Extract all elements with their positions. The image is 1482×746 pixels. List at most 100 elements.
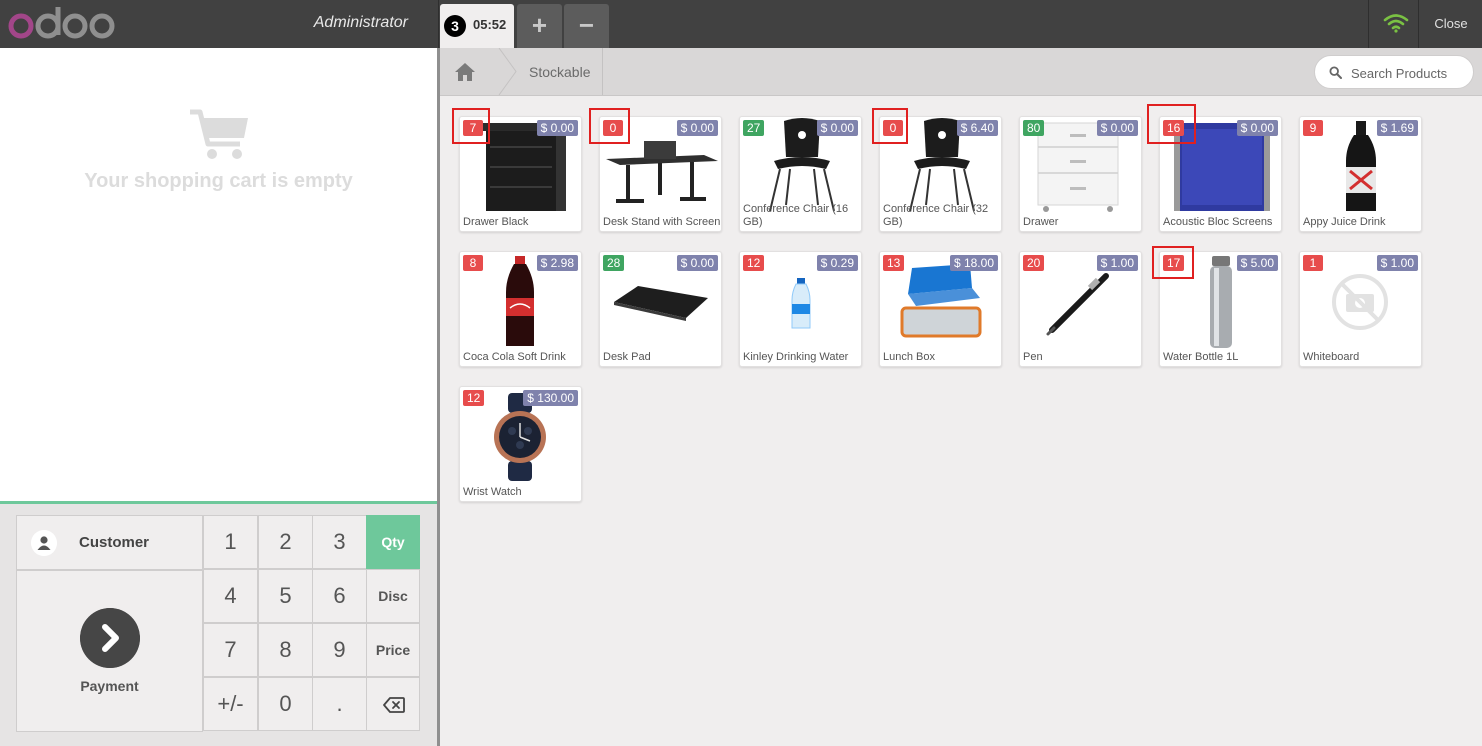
product-card[interactable]: 28 $ 0.00 Desk Pad: [599, 251, 722, 367]
header-divider: [1368, 0, 1369, 48]
price-tag: $ 0.29: [816, 255, 858, 271]
price-tag: $ 6.40: [956, 120, 998, 136]
wifi-icon[interactable]: [1383, 13, 1409, 33]
breadcrumb-category[interactable]: Stockable: [529, 64, 590, 80]
payment-button[interactable]: Payment: [16, 570, 203, 732]
qty-badge: 0: [603, 120, 623, 136]
search-box[interactable]: [1314, 55, 1474, 89]
product-name: Pen: [1023, 351, 1043, 363]
product-card[interactable]: 0 $ 6.40 Conference Chair (32 GB): [879, 116, 1002, 232]
product-list: 7 $ 0.00 Drawer Black 0 $ 0.00 Desk Stan…: [440, 97, 1482, 746]
product-card[interactable]: 80 $ 0.00 Drawer: [1019, 116, 1142, 232]
close-button[interactable]: Close: [1420, 0, 1482, 48]
price-tag: $ 0.00: [536, 120, 578, 136]
order-tab[interactable]: 3 05:52: [440, 4, 514, 48]
arrow-right-icon: [80, 608, 140, 668]
odoo-logo: [8, 7, 115, 39]
product-name: Kinley Drinking Water: [743, 351, 849, 363]
product-name: Water Bottle 1L: [1163, 351, 1239, 363]
search-input[interactable]: [1351, 64, 1469, 82]
numpad-key-7[interactable]: 7: [203, 623, 258, 677]
product-card[interactable]: 12 $ 130.00 Wrist Watch: [459, 386, 582, 502]
product-card[interactable]: 13 $ 18.00 Lunch Box: [879, 251, 1002, 367]
qty-badge: 27: [743, 120, 765, 136]
qty-badge: 12: [743, 255, 765, 271]
price-tag: $ 2.98: [536, 255, 578, 271]
empty-cart: Your shopping cart is empty: [0, 108, 437, 193]
product-card[interactable]: 9 $ 1.69 Appy Juice Drink: [1299, 116, 1422, 232]
qty-mode-button[interactable]: Qty: [366, 515, 420, 569]
customer-button[interactable]: Customer: [16, 515, 203, 570]
cashier-name[interactable]: Administrator: [250, 14, 408, 32]
top-bar: Administrator 3 05:52 + − Close: [0, 0, 1482, 48]
price-tag: $ 0.00: [816, 120, 858, 136]
shopping-cart-icon: [189, 109, 248, 159]
product-name: Appy Juice Drink: [1303, 216, 1386, 228]
breadcrumb-separator: [498, 48, 517, 95]
breadcrumb: Stockable: [440, 48, 1482, 96]
price-tag: $ 1.69: [1376, 120, 1418, 136]
product-card[interactable]: 8 $ 2.98 Coca Cola Soft Drink: [459, 251, 582, 367]
empty-cart-message: Your shopping cart is empty: [84, 170, 353, 192]
numpad-key-dot[interactable]: .: [312, 677, 367, 731]
numpad-key-4[interactable]: 4: [203, 569, 258, 623]
price-tag: $ 0.00: [676, 120, 718, 136]
qty-badge: 12: [463, 390, 485, 406]
product-card[interactable]: 20 $ 1.00 Pen: [1019, 251, 1142, 367]
product-name: Coca Cola Soft Drink: [463, 351, 566, 363]
numpad-key-2[interactable]: 2: [258, 515, 313, 569]
new-order-button[interactable]: +: [517, 4, 562, 48]
qty-badge: 7: [463, 120, 483, 136]
numpad-key-6[interactable]: 6: [312, 569, 367, 623]
numpad-key-5[interactable]: 5: [258, 569, 313, 623]
search-icon: [1329, 66, 1342, 79]
home-breadcrumb[interactable]: [440, 48, 500, 95]
price-tag: $ 1.00: [1376, 255, 1418, 271]
product-name: Conference Chair (32 GB): [883, 203, 989, 228]
product-card[interactable]: 0 $ 0.00 Desk Stand with Screen: [599, 116, 722, 232]
qty-badge: 13: [883, 255, 905, 271]
product-card[interactable]: 1 $ 1.00 Whiteboard: [1299, 251, 1422, 367]
product-name: Wrist Watch: [463, 486, 522, 498]
product-name: Desk Stand with Screen: [603, 216, 721, 228]
numpad-key-8[interactable]: 8: [258, 623, 313, 677]
price-tag: $ 0.00: [1236, 120, 1278, 136]
qty-badge: 20: [1023, 255, 1045, 271]
numpad-key-0[interactable]: 0: [258, 677, 313, 731]
order-sequence-badge: 3: [444, 15, 466, 37]
backspace-icon: [383, 697, 405, 713]
price-tag: $ 130.00: [523, 390, 578, 406]
price-mode-button[interactable]: Price: [366, 623, 420, 677]
numpad-key-plus-minus[interactable]: +/-: [203, 677, 258, 731]
product-name: Desk Pad: [603, 351, 651, 363]
product-name: Whiteboard: [1303, 351, 1360, 363]
product-card[interactable]: 27 $ 0.00 Conference Chair (16 GB): [739, 116, 862, 232]
qty-badge: 9: [1303, 120, 1323, 136]
product-name: Acoustic Bloc Screens: [1163, 216, 1273, 228]
numpad-key-3[interactable]: 3: [312, 515, 367, 569]
price-tag: $ 1.00: [1096, 255, 1138, 271]
product-card[interactable]: 17 $ 5.00 Water Bottle 1L: [1159, 251, 1282, 367]
qty-badge: 80: [1023, 120, 1045, 136]
price-tag: $ 18.00: [949, 255, 998, 271]
numpad-key-9[interactable]: 9: [312, 623, 367, 677]
customer-label: Customer: [79, 534, 150, 551]
home-icon: [455, 63, 475, 81]
qty-badge: 16: [1163, 120, 1185, 136]
product-card[interactable]: 12 $ 0.29 Kinley Drinking Water: [739, 251, 862, 367]
product-name: Lunch Box: [883, 351, 935, 363]
breadcrumb-divider: [602, 48, 603, 95]
product-card[interactable]: 16 $ 0.00 Acoustic Bloc Screens: [1159, 116, 1282, 232]
qty-badge: 17: [1163, 255, 1185, 271]
delete-order-button[interactable]: −: [564, 4, 609, 48]
disc-mode-button[interactable]: Disc: [366, 569, 420, 623]
product-card[interactable]: 7 $ 0.00 Drawer Black: [459, 116, 582, 232]
product-name: Conference Chair (16 GB): [743, 203, 849, 228]
qty-badge: 8: [463, 255, 483, 271]
control-pad: Customer Payment 1 2 3 Qty 4 5 6 Disc 7 …: [0, 501, 437, 746]
user-icon: [31, 530, 57, 556]
backspace-button[interactable]: [366, 677, 420, 731]
product-name: Drawer: [1023, 216, 1059, 228]
numpad-key-1[interactable]: 1: [203, 515, 258, 569]
qty-badge: 1: [1303, 255, 1323, 271]
